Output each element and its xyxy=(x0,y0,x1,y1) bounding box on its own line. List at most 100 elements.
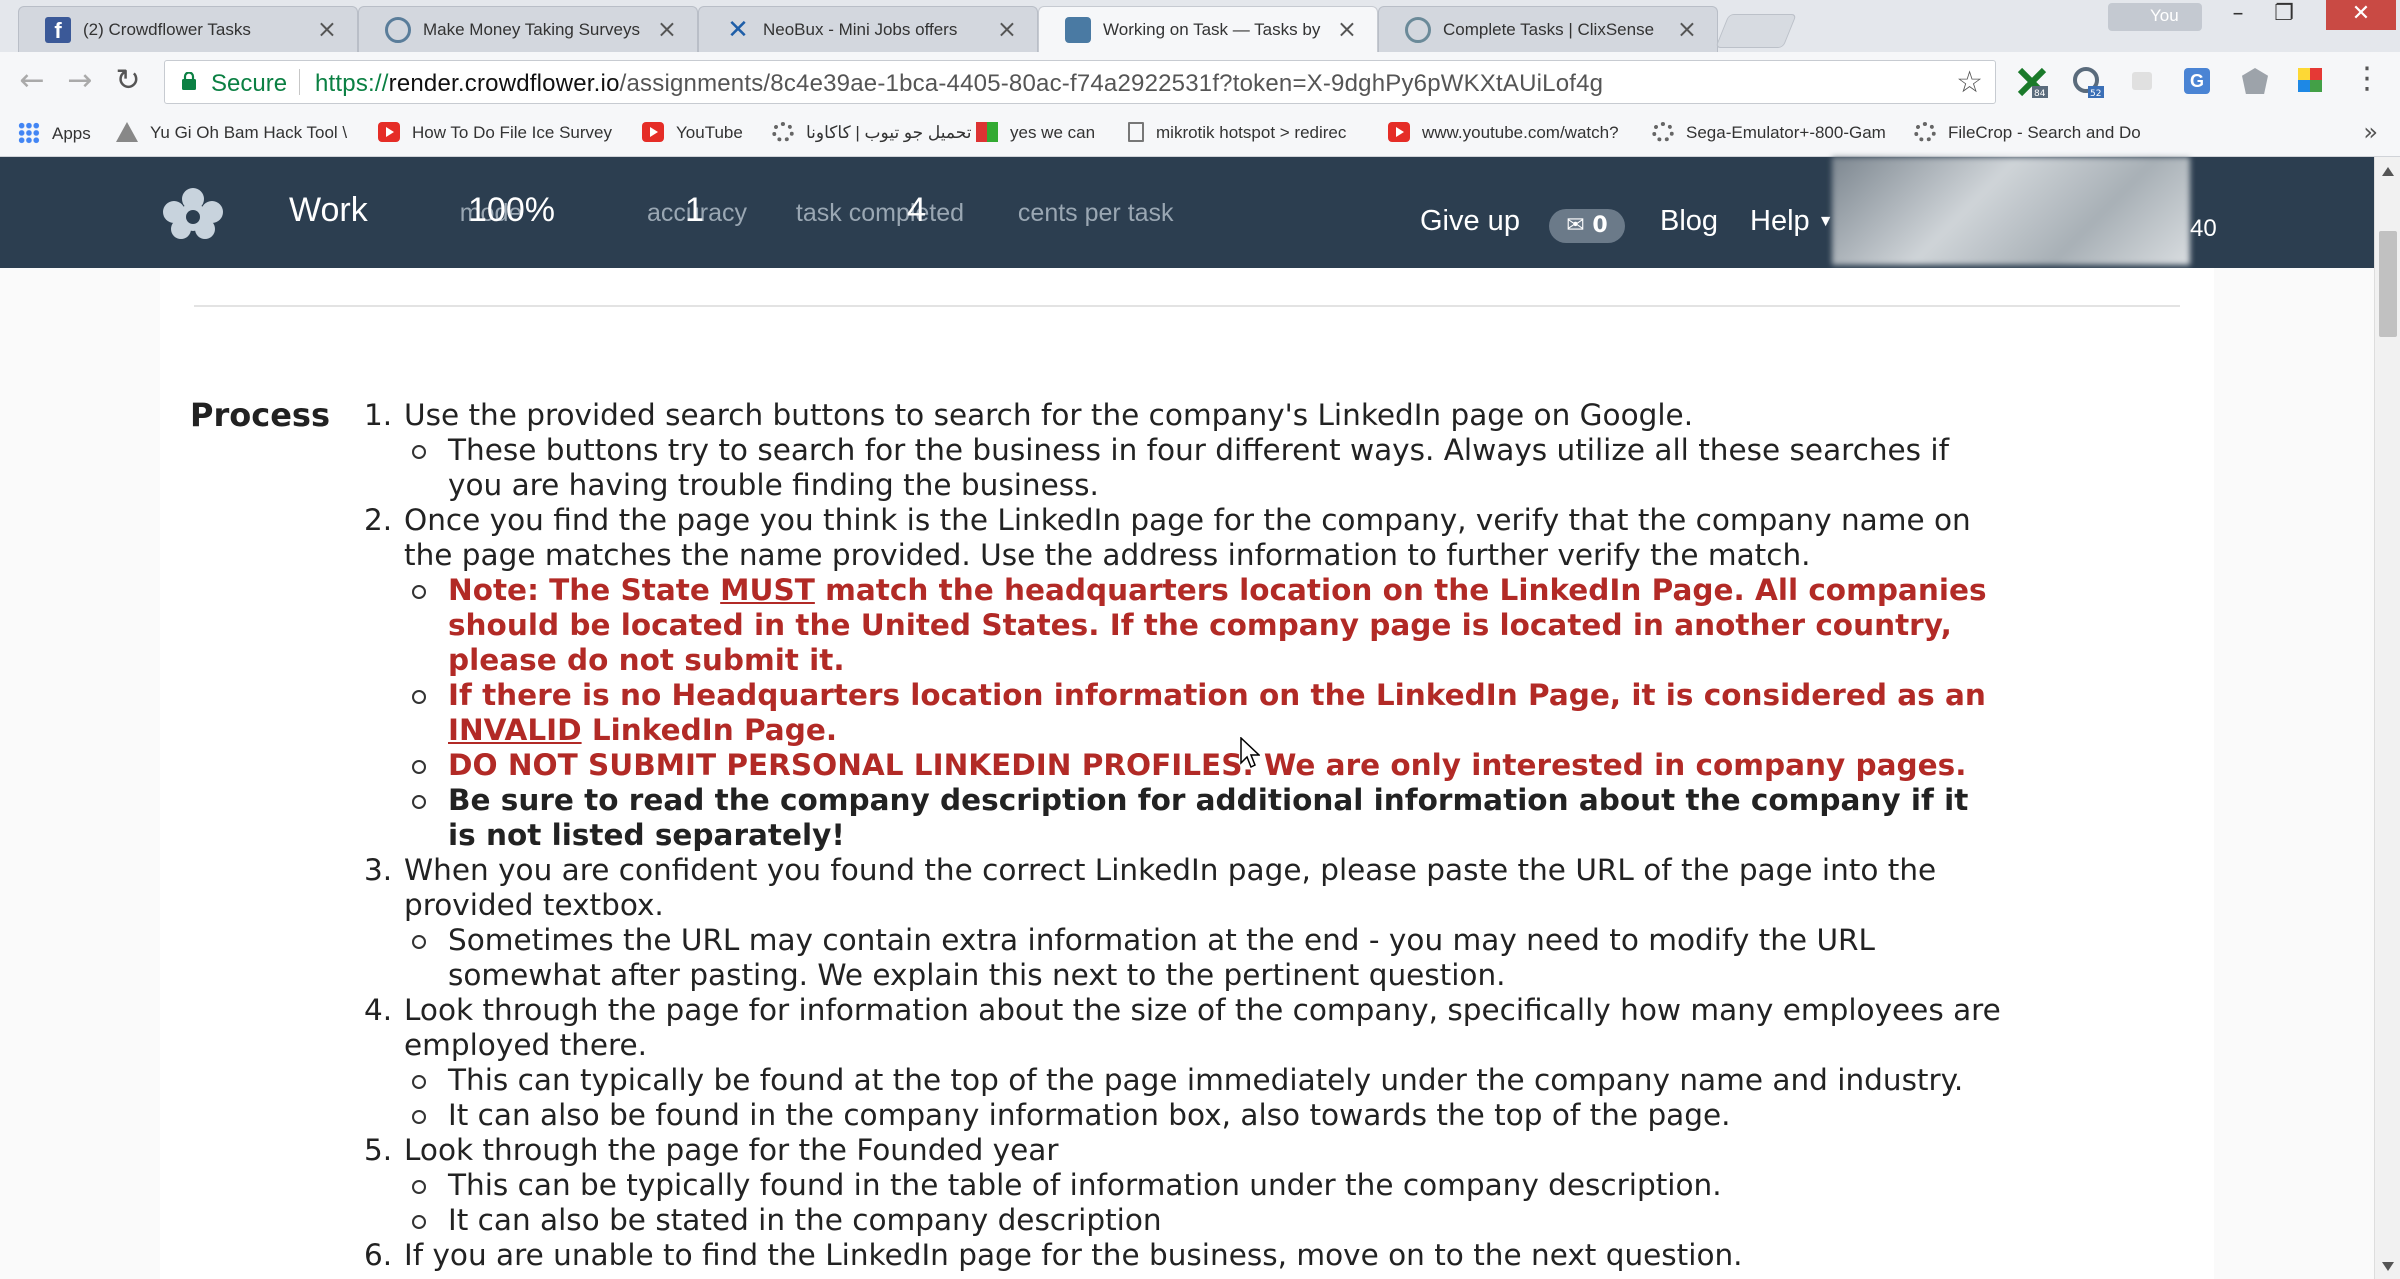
extension-color-icon[interactable] xyxy=(2298,68,2322,92)
tab-title: Working on Task — Tasks by xyxy=(1103,20,1321,39)
scroll-up-icon[interactable] xyxy=(2382,167,2394,176)
back-icon[interactable]: ← xyxy=(14,64,50,100)
app-navbar: Work mode 100% accuracy 1 task completed 4c… xyxy=(0,157,2374,268)
divider xyxy=(299,69,300,95)
bookmark-item[interactable]: Sega-Emulator+-800-Gam xyxy=(1652,122,1886,148)
shield-extension-icon[interactable] xyxy=(2242,68,2268,94)
tab-title: Complete Tasks | ClixSense xyxy=(1443,20,1655,39)
help-menu[interactable]: Help ▼ xyxy=(1750,205,1834,238)
youtube-icon xyxy=(1388,122,1410,142)
mail-count: 0 xyxy=(1592,213,1608,238)
reload-icon[interactable]: ↻ xyxy=(110,64,146,100)
user-menu-blurred[interactable] xyxy=(1832,157,2190,265)
note-text: DO NOT SUBMIT PERSONAL LINKEDIN PROFILES… xyxy=(448,748,1967,782)
page-scrollbar[interactable] xyxy=(2374,157,2400,1279)
gear-icon xyxy=(1914,122,1936,142)
close-icon[interactable]: × xyxy=(657,16,677,42)
bookmarks-bar: Apps Yu Gi Oh Bam Hack Tool \ How To Do … xyxy=(0,112,2400,157)
list-item: 4. Look through the page for information … xyxy=(364,993,2001,1062)
list-subitem: Be sure to read the company description … xyxy=(364,783,2004,853)
menu-kebab-icon[interactable]: ⋮ xyxy=(2352,64,2382,98)
bookmark-label: mikrotik hotspot > redirec xyxy=(1156,123,1347,142)
translate-icon[interactable]: G xyxy=(2184,68,2210,94)
accuracy-value: 100% xyxy=(468,191,555,229)
extension-x-icon[interactable]: 84 xyxy=(2016,66,2048,98)
bookmark-label: FileCrop - Search and Do xyxy=(1948,123,2141,142)
step-text: It can also be found in the company info… xyxy=(448,1098,1731,1132)
step-text: This can be typically found in the table… xyxy=(448,1168,1722,1202)
profile-button[interactable]: You xyxy=(2108,3,2202,31)
tab-working-on-task[interactable]: Working on Task — Tasks by × xyxy=(1038,6,1378,52)
close-icon[interactable]: × xyxy=(1677,16,1697,42)
gear-icon xyxy=(1652,122,1674,142)
window-close-icon[interactable]: ✕ xyxy=(2326,0,2396,30)
extension-crowd-icon[interactable]: 52 xyxy=(2072,66,2104,98)
maximize-icon[interactable]: ❐ xyxy=(2262,0,2306,30)
divider xyxy=(194,305,2180,307)
mode-value: Work xyxy=(289,191,368,229)
badge-count: 52 xyxy=(2090,89,2101,98)
crowd-icon xyxy=(385,17,411,43)
scroll-down-icon[interactable] xyxy=(2382,1262,2394,1271)
step-text: Once you find the page you think is the … xyxy=(404,503,1971,572)
url-host: render.crowdflower.io xyxy=(388,70,620,97)
emphasis-text: MUST xyxy=(720,573,815,607)
badge-count: 84 xyxy=(2034,89,2046,98)
close-icon[interactable]: × xyxy=(317,16,337,42)
crowdflower-logo-icon[interactable] xyxy=(156,185,230,241)
clixsense-icon xyxy=(1405,17,1431,43)
step-text: Sometimes the URL may contain extra info… xyxy=(448,923,1875,992)
tab-crowdflower-facebook[interactable]: f (2) Crowdflower Tasks × xyxy=(18,6,358,52)
bookmark-star-icon[interactable]: ☆ xyxy=(1956,65,1983,100)
process-heading: Process xyxy=(190,396,330,434)
note-text: LinkedIn Page. xyxy=(581,713,838,747)
secure-label: Secure xyxy=(211,70,288,97)
list-item: 1. Use the provided search buttons to sea… xyxy=(364,398,1694,432)
note-text: Be sure to read the company description … xyxy=(448,783,1969,852)
list-item: 2. Once you find the page you think is th… xyxy=(364,503,1971,572)
bookmark-item[interactable]: YouTube xyxy=(642,122,743,148)
list-subitem: This can typically be found at the top o… xyxy=(364,1063,2004,1098)
bookmark-item[interactable]: تحميل جو تيوب | كاكاونا xyxy=(772,122,971,148)
address-bar[interactable]: Secure https://render.crowdflower.io/ass… xyxy=(164,60,1996,104)
tab-make-money-surveys[interactable]: Make Money Taking Surveys × xyxy=(358,6,698,52)
list-subitem: Sometimes the URL may contain extra info… xyxy=(364,923,2004,993)
page-icon xyxy=(1128,122,1144,142)
bookmark-item[interactable]: Yu Gi Oh Bam Hack Tool \ xyxy=(116,122,347,148)
facebook-icon: f xyxy=(45,17,71,43)
bookmark-apps[interactable]: Apps xyxy=(18,122,91,148)
youtube-icon xyxy=(642,122,664,142)
forward-icon[interactable]: → xyxy=(62,64,98,100)
bookmark-item[interactable]: www.youtube.com/watch? xyxy=(1388,122,1619,148)
apps-icon xyxy=(18,122,40,144)
bookmark-label: yes we can xyxy=(1010,123,1096,142)
tab-clixsense[interactable]: Complete Tasks | ClixSense × xyxy=(1378,6,1718,52)
tab-neobux[interactable]: ✕ NeoBux - Mini Jobs offers × xyxy=(698,6,1038,52)
bookmark-item[interactable]: How To Do File Ice Survey xyxy=(378,122,612,148)
new-tab-button[interactable] xyxy=(1715,14,1797,48)
close-icon[interactable]: × xyxy=(997,16,1017,42)
give-up-link[interactable]: Give up xyxy=(1420,205,1520,238)
tasks-value: 1 xyxy=(685,191,704,229)
note-text: Note: The State xyxy=(448,573,721,607)
extension-grey-icon[interactable] xyxy=(2132,72,2152,90)
emphasis-text: INVALID xyxy=(448,713,582,747)
list-subitem: These buttons try to search for the busi… xyxy=(364,433,2004,503)
bookmark-item[interactable]: yes we can xyxy=(976,122,1095,148)
bookmark-item[interactable]: mikrotik hotspot > redirec xyxy=(1128,122,1346,148)
step-text: It can also be stated in the company des… xyxy=(448,1203,1162,1237)
list-subitem: This can be typically found in the table… xyxy=(364,1168,2004,1203)
scroll-thumb[interactable] xyxy=(2379,231,2397,337)
browser-toolbar: ← → ↻ Secure https://render.crowdflower.… xyxy=(0,52,2400,112)
messages-button[interactable]: ✉ 0 xyxy=(1549,209,1625,243)
more-bookmarks-icon[interactable]: » xyxy=(2363,118,2378,146)
minimize-icon[interactable]: – xyxy=(2216,0,2260,30)
url-text[interactable]: https://render.crowdflower.io/assignment… xyxy=(315,70,1603,98)
bookmark-item[interactable]: FileCrop - Search and Do xyxy=(1914,122,2141,148)
close-icon[interactable]: × xyxy=(1337,16,1357,42)
crowdflower-icon xyxy=(1065,17,1091,43)
process-list: 1. Use the provided search buttons to sea… xyxy=(364,398,2004,1273)
neobux-icon: ✕ xyxy=(727,15,749,45)
blog-link[interactable]: Blog xyxy=(1660,205,1718,238)
mouse-cursor-icon xyxy=(1240,737,1260,769)
